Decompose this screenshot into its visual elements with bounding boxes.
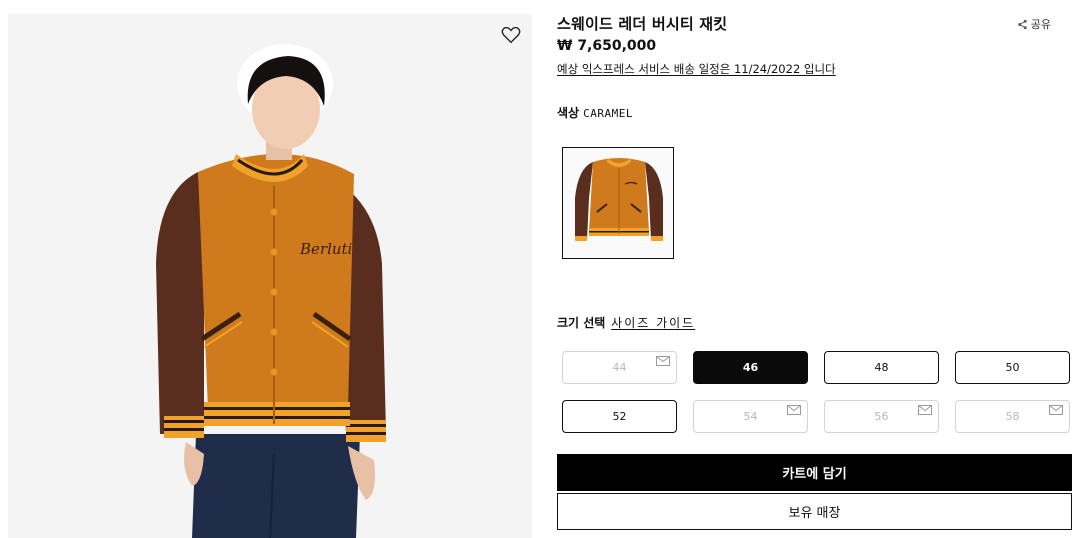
size-option-label: 56 (874, 410, 889, 423)
product-image: Berluti (8, 14, 532, 538)
size-option-46[interactable]: 46 (693, 351, 808, 384)
share-label: 공유 (1030, 18, 1051, 31)
color-swatch-caramel[interactable] (562, 147, 674, 259)
product-price: ₩ 7,650,000 (557, 38, 657, 54)
notify-mail-icon[interactable] (787, 405, 801, 415)
notify-mail-icon[interactable] (918, 405, 932, 415)
size-option-label: 44 (612, 361, 627, 374)
color-label: 색상 (557, 106, 580, 120)
size-option-label: 54 (743, 410, 758, 423)
size-selector-header: 크기 선택 사이즈 가이드 (557, 314, 695, 331)
size-label: 크기 선택 (557, 316, 606, 330)
size-option-label: 50 (1005, 361, 1020, 374)
size-option-label: 46 (742, 361, 759, 374)
size-option-label: 58 (1005, 410, 1020, 423)
berluti-embroidery: Berluti (299, 240, 353, 258)
share-button[interactable]: 공유 (1017, 16, 1051, 32)
notify-mail-icon[interactable] (656, 356, 670, 366)
add-to-cart-button[interactable]: 카트에 담기 (557, 454, 1072, 491)
product-title: 스웨이드 레더 버시티 재킷 (557, 15, 728, 33)
notify-mail-icon[interactable] (1049, 405, 1063, 415)
store-stock-button[interactable]: 보유 매장 (557, 493, 1072, 530)
delivery-notice[interactable]: 예상 익스프레스 서비스 배송 일정은 11/24/2022 입니다 (557, 61, 836, 77)
size-option-label: 52 (612, 410, 627, 423)
size-option-52[interactable]: 52 (562, 400, 677, 433)
size-option-44[interactable]: 44 (562, 351, 677, 384)
size-option-58[interactable]: 58 (955, 400, 1070, 433)
color-selector: 색상 CARAMEL (557, 104, 633, 121)
size-option-54[interactable]: 54 (693, 400, 808, 433)
size-option-56[interactable]: 56 (824, 400, 939, 433)
jacket-thumbnail (575, 158, 663, 241)
share-icon (1018, 19, 1027, 29)
wishlist-heart-icon[interactable] (500, 24, 522, 46)
size-guide-link[interactable]: 사이즈 가이드 (611, 316, 695, 330)
size-option-label: 48 (874, 361, 889, 374)
size-option-50[interactable]: 50 (955, 351, 1070, 384)
product-info: 스웨이드 레더 버시티 재킷 공유 ₩ 7,650,000 예상 익스프레스 서… (557, 0, 1073, 538)
size-option-48[interactable]: 48 (824, 351, 939, 384)
color-value: CARAMEL (583, 107, 633, 120)
model-photo: Berluti (156, 44, 386, 538)
